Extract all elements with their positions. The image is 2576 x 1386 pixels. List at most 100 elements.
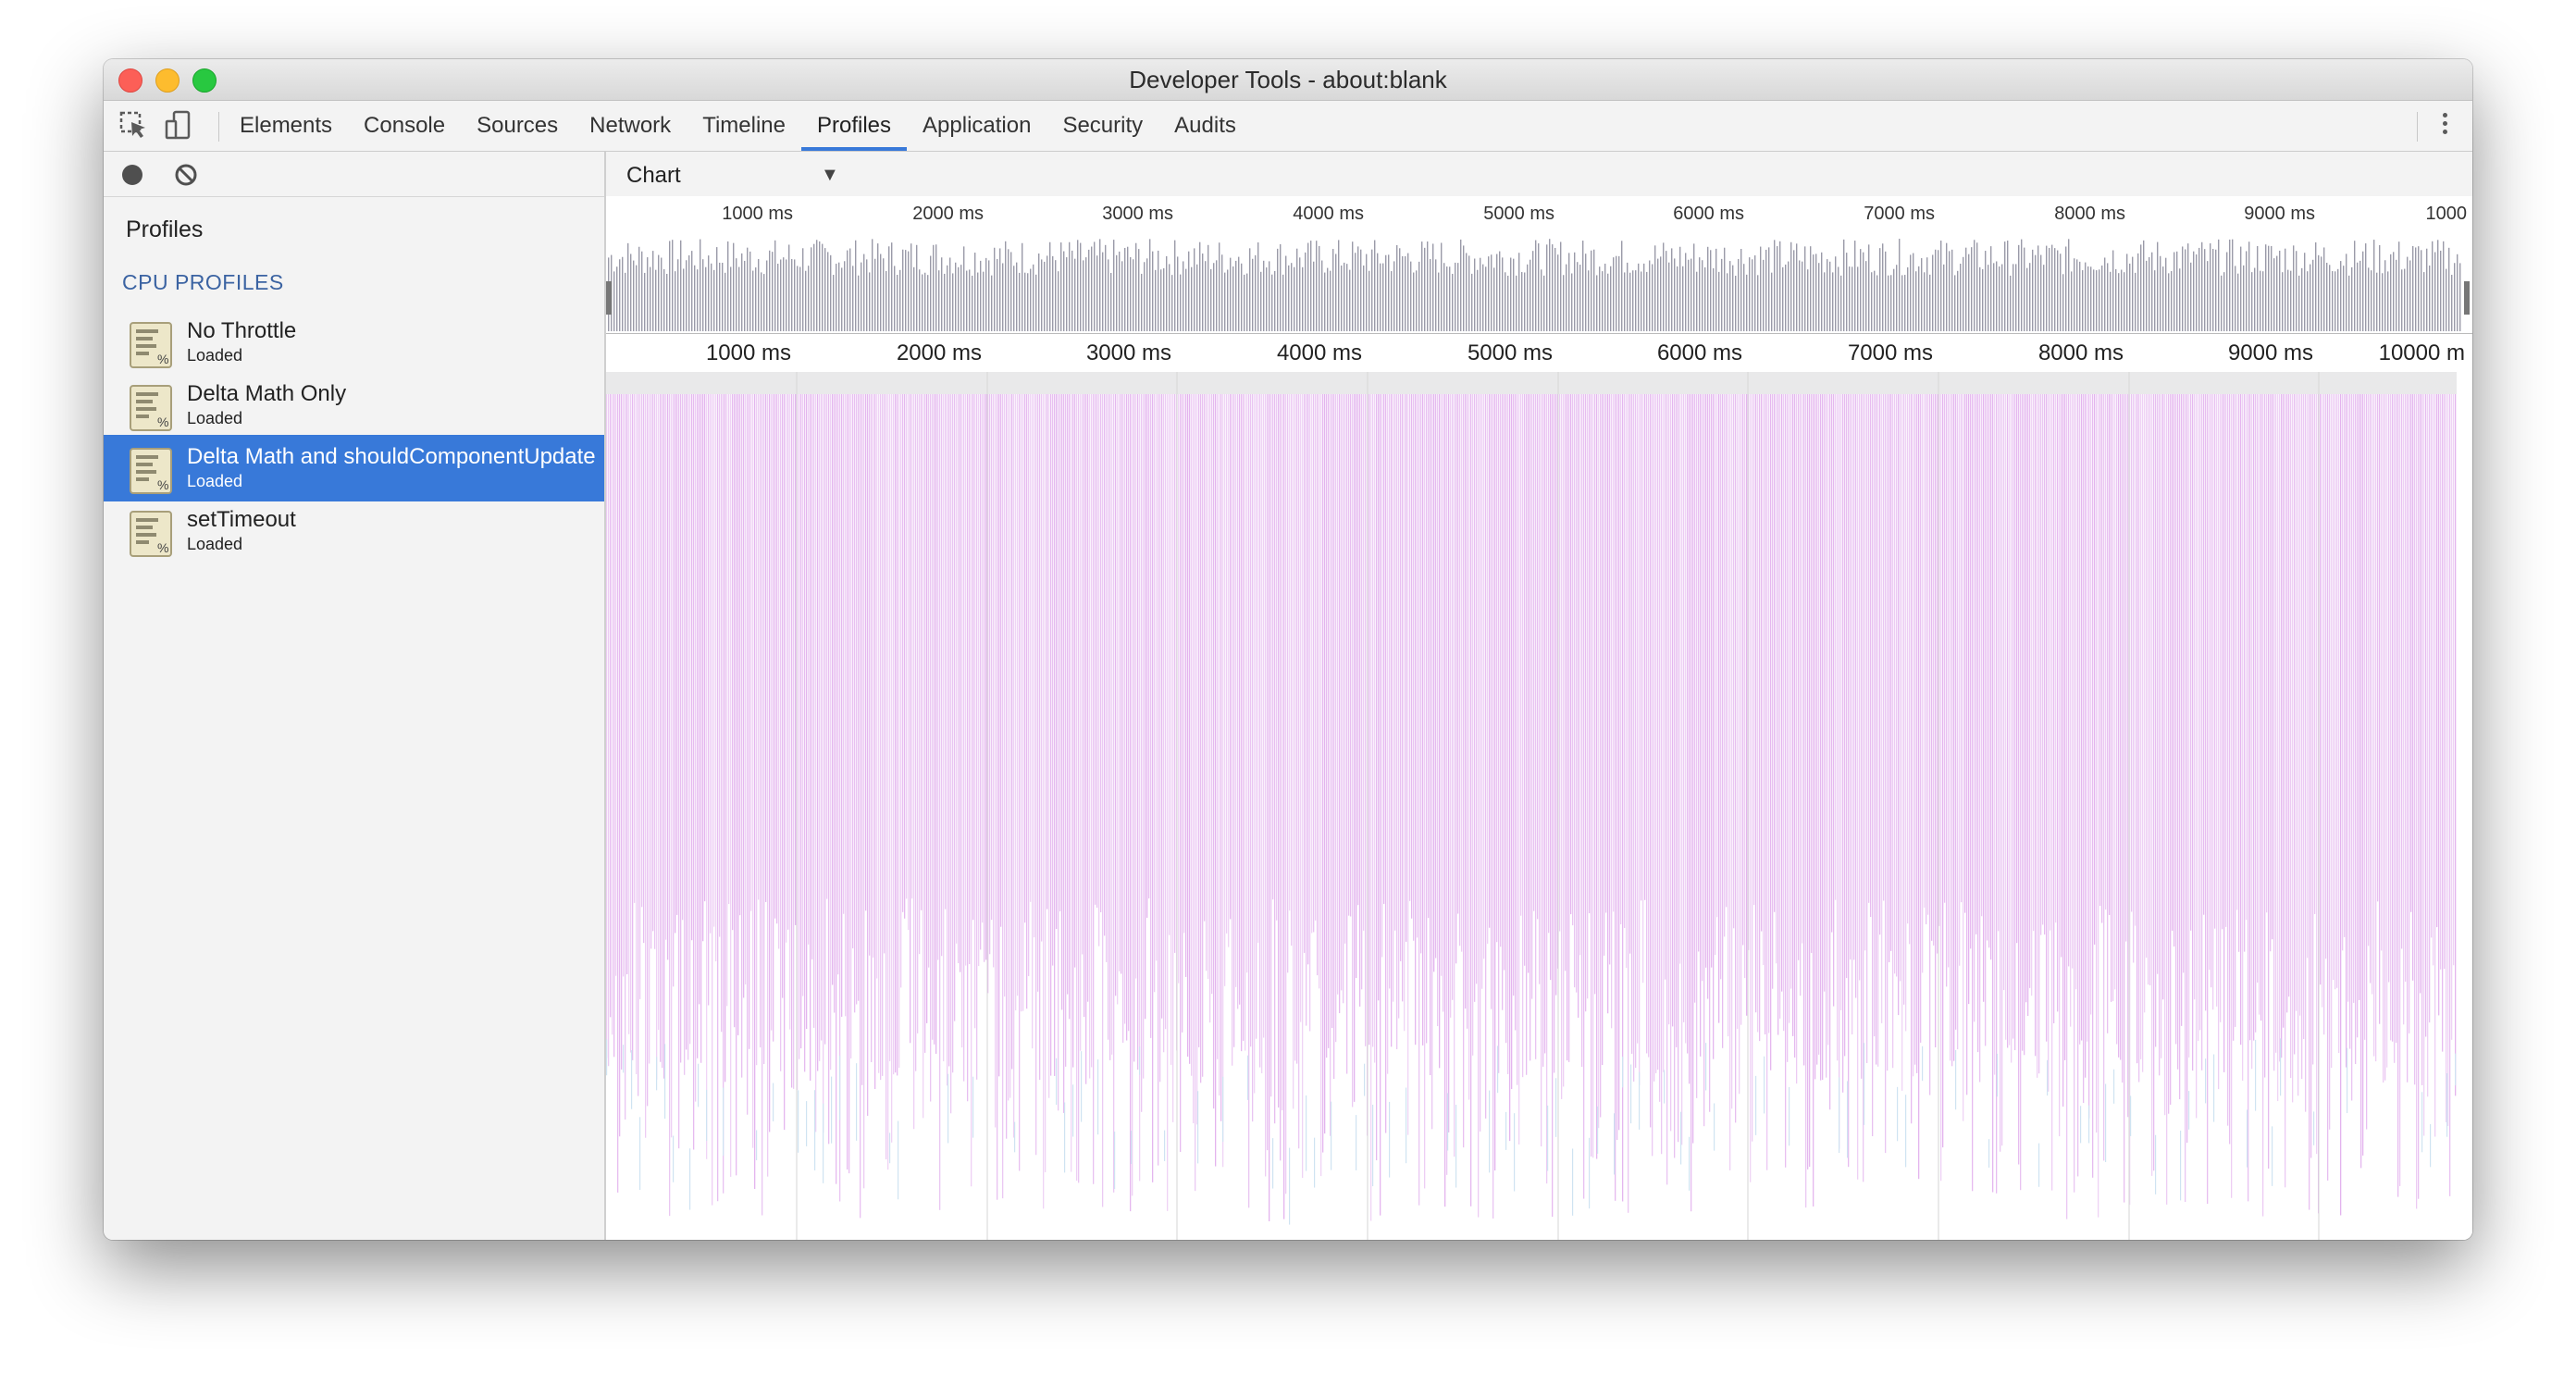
flame-call-stack-bar [893, 394, 895, 1075]
clear-icon[interactable] [174, 163, 198, 187]
flame-call-stack-bar [2242, 394, 2244, 1082]
flame-call-stack-bar [1907, 394, 1909, 924]
flame-call-stack-bar [2280, 1038, 2282, 1096]
view-select[interactable]: Chart [626, 163, 681, 189]
overview-window-right-handle[interactable] [2464, 281, 2470, 315]
overview-activity-bar [1702, 260, 1703, 331]
overview-window-left-handle[interactable] [606, 281, 612, 315]
flame-call-stack-bar [2179, 394, 2181, 1100]
flame-call-stack-bar [961, 394, 963, 1048]
flame-call-stack-bar [889, 1132, 891, 1164]
flame-call-stack-bar [2288, 394, 2290, 997]
flame-call-stack-bar [2190, 394, 2192, 931]
flame-chart[interactable] [606, 372, 2472, 1240]
overview-activity-bar [1810, 246, 1812, 331]
flame-call-stack-bar [656, 394, 658, 1080]
flame-call-stack-bar [2386, 394, 2388, 1068]
svg-text:%: % [157, 352, 168, 366]
flame-call-stack-bar [780, 394, 782, 1071]
flame-call-stack-bar [1465, 394, 1467, 1009]
more-options-icon[interactable] [2437, 110, 2452, 142]
flame-call-stack-bar [1687, 394, 1689, 1054]
overview-activity-bar [1499, 251, 1501, 331]
flame-call-stack-bar [1885, 394, 1887, 1154]
inspect-element-icon[interactable] [118, 110, 150, 142]
record-icon[interactable] [122, 165, 142, 185]
overview-activity-bar [1163, 267, 1165, 331]
flame-call-stack-bar [843, 394, 845, 914]
dropdown-arrow-icon[interactable]: ▼ [821, 165, 839, 186]
tab-audits[interactable]: Audits [1158, 101, 1252, 151]
overview-activity-bar [2254, 267, 2256, 331]
device-mode-icon[interactable] [165, 110, 196, 142]
overview-activity-bar [1990, 246, 1992, 331]
flame-call-stack-bar [969, 394, 971, 965]
flame-call-stack-bar [1897, 1086, 1899, 1142]
overview-activity-bar [1474, 258, 1476, 331]
flame-call-stack-bar [1711, 394, 1713, 968]
flame-call-stack-bar [2112, 394, 2114, 1001]
flame-call-stack-bar [686, 394, 687, 1050]
overview-activity-bar [1219, 242, 1220, 331]
overview-activity-bar [1491, 254, 1492, 331]
overview-activity-bar [1924, 272, 1926, 331]
overview-activity-bar [627, 242, 629, 331]
overview-activity-bar [805, 270, 807, 331]
tab-security[interactable]: Security [1046, 101, 1158, 151]
flame-call-stack-bar [1648, 394, 1650, 1058]
flame-call-stack-bar [773, 1083, 774, 1121]
flame-call-stack-bar [1435, 394, 1437, 959]
tab-network[interactable]: Network [574, 101, 687, 151]
overview-activity-bar [1746, 274, 1748, 331]
overview-activity-bar [1452, 273, 1454, 331]
flame-call-stack-bar [2325, 394, 2327, 959]
flame-call-stack-bar [2196, 394, 2198, 1119]
flame-call-stack-bar [1689, 1136, 1690, 1191]
tab-console[interactable]: Console [348, 101, 461, 151]
flame-call-stack-bar [1014, 1121, 1016, 1153]
overview-activity-bar [1838, 266, 1839, 331]
flame-call-stack-bar [610, 394, 612, 1018]
overview-activity-bar [683, 268, 685, 331]
overview-activity-bar [1943, 264, 1945, 331]
flame-call-stack-bar [1883, 394, 1885, 901]
overview-pane[interactable] [606, 235, 2472, 334]
flame-call-stack-bar [1381, 394, 1383, 958]
overview-activity-bar [1010, 252, 1012, 331]
flame-call-stack-bar [1130, 394, 1132, 1212]
profile-item[interactable]: % No Throttle Loaded [104, 309, 604, 376]
overview-activity-bar [2115, 268, 2117, 331]
flame-call-stack-bar [1467, 394, 1468, 1029]
flame-call-stack-bar [1722, 394, 1724, 1048]
profile-item[interactable]: % Delta Math Only Loaded [104, 372, 604, 439]
overview-activity-bar [2179, 268, 2181, 331]
tab-timeline[interactable]: Timeline [687, 101, 801, 151]
overview-activity-bar [1357, 246, 1359, 331]
flame-call-stack-bar [2320, 394, 2322, 985]
overview-activity-bar [1149, 239, 1151, 331]
flame-call-stack-bar [1411, 394, 1413, 919]
overview-activity-bar [1416, 270, 1418, 331]
overview-activity-bar [1768, 247, 1770, 331]
tab-elements[interactable]: Elements [224, 101, 348, 151]
tab-application[interactable]: Application [907, 101, 1046, 151]
flame-call-stack-bar [643, 394, 645, 944]
overview-activity-bar [1682, 266, 1684, 331]
flame-call-stack-bar [1289, 1147, 1291, 1225]
flame-call-stack-bar [1133, 394, 1135, 1062]
flame-call-stack-bar [1578, 394, 1579, 1018]
flame-call-stack-bar [1997, 1053, 1999, 1097]
overview-activity-bar [677, 259, 679, 331]
flame-call-stack-bar [939, 394, 941, 1210]
overview-activity-bar [2457, 254, 2458, 331]
overview-activity-bar [1382, 263, 1384, 331]
flame-call-stack-bar [1226, 394, 1228, 934]
profile-item[interactable]: % Delta Math and shouldComponentUpdate Loa… [104, 435, 604, 501]
flame-call-stack-bar [1753, 394, 1755, 906]
cpu-profile-icon: % [130, 322, 172, 368]
tab-sources[interactable]: Sources [461, 101, 574, 151]
profile-item[interactable]: % setTimeout Loaded [104, 498, 604, 564]
flame-call-stack-bar [1009, 394, 1011, 1098]
flame-call-stack-bar [628, 394, 630, 1034]
tab-profiles[interactable]: Profiles [801, 101, 908, 151]
